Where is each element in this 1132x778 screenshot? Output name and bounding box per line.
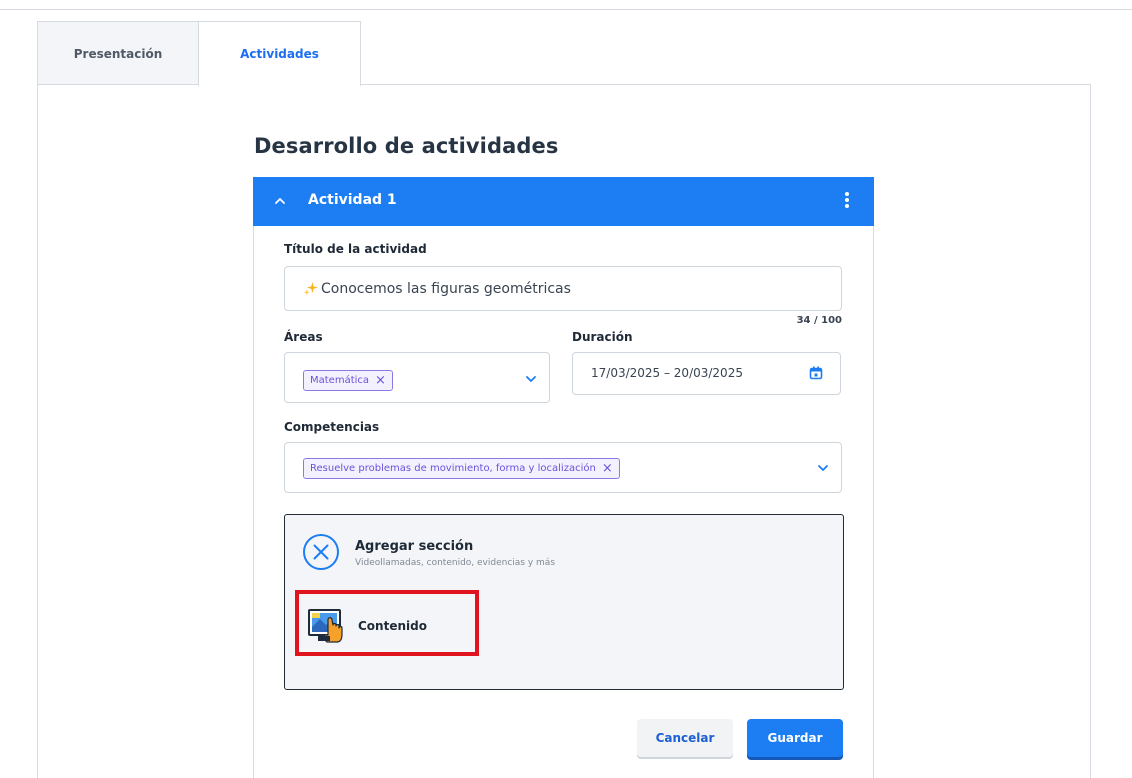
activity-accordion-header[interactable]: Actividad 1 [253, 177, 874, 226]
character-counter: 34 / 100 [796, 315, 842, 326]
add-section-subtitle: Videollamadas, contenido, evidencias y m… [355, 558, 556, 568]
competencia-chip-label: Resuelve problemas de movimiento, forma … [310, 463, 596, 474]
area-chip-label: Matemática [310, 375, 370, 386]
content-touch-icon [308, 609, 343, 643]
date-range-field[interactable]: 17/03/2025 – 20/03/2025 [572, 352, 841, 395]
activity-editor-page: Presentación Actividades Desarrollo de a… [0, 0, 1132, 778]
activity-title-input[interactable]: Conocemos las figuras geométricas [284, 266, 842, 311]
competencias-select[interactable]: Resuelve problemas de movimiento, forma … [284, 442, 842, 493]
tab-actividades[interactable]: Actividades [198, 21, 361, 86]
page-title: Desarrollo de actividades [254, 134, 559, 158]
date-range-value: 17/03/2025 – 20/03/2025 [591, 366, 743, 380]
sparkle-icon [303, 281, 318, 296]
area-chip: Matemática × [303, 370, 393, 391]
chevron-down-icon[interactable] [817, 464, 829, 472]
areas-select[interactable]: Matemática × [284, 352, 550, 403]
competencia-chip: Resuelve problemas de movimiento, forma … [303, 458, 620, 479]
cancel-button[interactable]: Cancelar [637, 719, 733, 757]
content-option[interactable]: Contenido [295, 590, 479, 656]
activity-title-label: Título de la actividad [284, 242, 427, 256]
competencias-label: Competencias [284, 420, 380, 434]
close-circle-icon[interactable] [302, 533, 340, 571]
content-option-label: Contenido [358, 619, 427, 633]
add-section-panel: Agregar sección Videollamadas, contenido… [284, 514, 844, 690]
top-divider [0, 9, 1132, 10]
areas-label: Áreas [284, 330, 323, 344]
chevron-down-icon[interactable] [525, 375, 537, 383]
calendar-icon[interactable] [809, 366, 823, 380]
kebab-menu-icon[interactable] [844, 192, 850, 210]
save-button[interactable]: Guardar [747, 719, 843, 757]
add-section-title: Agregar sección [355, 539, 474, 554]
duration-label: Duración [572, 330, 633, 344]
close-icon[interactable]: × [602, 462, 613, 475]
activity-title-value: Conocemos las figuras geométricas [321, 281, 571, 297]
activity-title: Actividad 1 [308, 192, 397, 208]
tab-presentacion[interactable]: Presentación [37, 21, 199, 85]
chevron-up-icon[interactable] [275, 196, 285, 206]
close-icon[interactable]: × [375, 374, 386, 387]
